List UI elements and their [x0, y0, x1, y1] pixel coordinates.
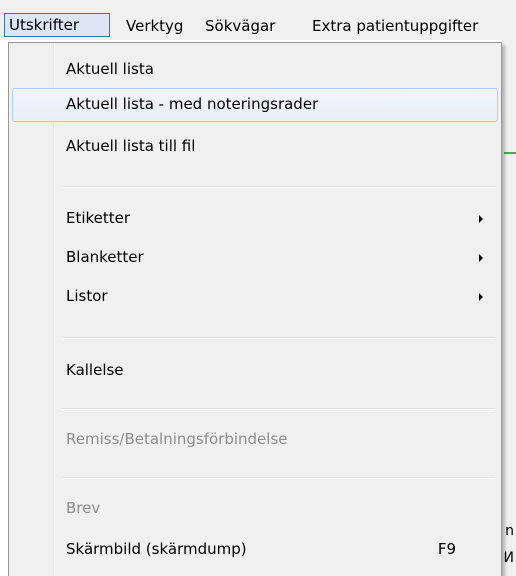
menu-item-label: Brev — [66, 499, 101, 517]
menu-verktyg[interactable]: Verktyg — [126, 14, 183, 38]
menu-item-label: Etiketter — [66, 209, 131, 227]
menu-item-label: Aktuell lista - med noteringsrader — [66, 95, 319, 113]
submenu-arrow-icon — [479, 293, 483, 301]
menu-item-label: Aktuell lista — [66, 60, 154, 78]
menu-separator — [63, 477, 495, 479]
menu-separator — [63, 186, 495, 188]
background-text: n — [505, 523, 514, 539]
background-panel — [502, 40, 516, 576]
shortcut-label: F9 — [437, 540, 456, 558]
menu-item-label: Kallelse — [66, 361, 124, 379]
background-text: И — [503, 550, 514, 566]
menu-item-brev[interactable]: Brev — [12, 492, 498, 526]
submenu-arrow-icon — [479, 254, 483, 262]
menu-item-kallelse[interactable]: Kallelse — [12, 354, 498, 388]
menu-extra-patientuppgifter[interactable]: Extra patientuppgifter — [312, 14, 516, 38]
menu-separator — [63, 337, 495, 339]
menu-item-label: Remiss/Betalningsförbindelse — [66, 430, 288, 448]
menu-separator — [63, 408, 495, 410]
menu-item-label: Blanketter — [66, 248, 144, 266]
utskrifter-dropdown-menu: Aktuell lista Aktuell lista - med noteri… — [8, 42, 502, 576]
menu-item-label: Listor — [66, 287, 108, 305]
submenu-arrow-icon — [479, 215, 483, 223]
menu-item-label: Aktuell lista till fil — [66, 137, 196, 155]
background-green-line — [504, 152, 516, 154]
menu-item-etiketter[interactable]: Etiketter — [12, 202, 498, 236]
menu-sokvagar[interactable]: Sökvägar — [205, 14, 275, 38]
menu-item-blanketter[interactable]: Blanketter — [12, 241, 498, 275]
menu-utskrifter[interactable]: Utskrifter — [4, 13, 110, 37]
menu-bar: Utskrifter Verktyg Sökvägar Extra patien… — [0, 0, 516, 40]
menu-item-label: Skärmbild (skärmdump) — [66, 540, 247, 558]
menu-item-listor[interactable]: Listor — [12, 280, 498, 314]
menu-item-aktuell-lista-med-noteringsrader[interactable]: Aktuell lista - med noteringsrader — [12, 88, 498, 122]
menu-item-aktuell-lista-till-fil[interactable]: Aktuell lista till fil — [12, 130, 498, 164]
menu-item-aktuell-lista[interactable]: Aktuell lista — [12, 53, 498, 87]
menu-item-remiss-betalningsforbindelse[interactable]: Remiss/Betalningsförbindelse — [12, 423, 498, 457]
menu-item-skarmbild[interactable]: Skärmbild (skärmdump) F9 — [12, 533, 498, 567]
